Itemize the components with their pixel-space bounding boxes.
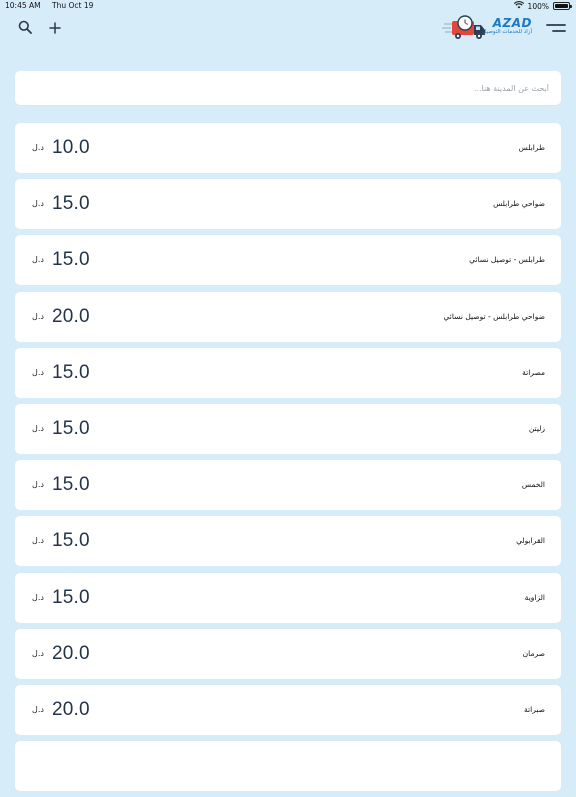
delivery-price: 20.0 <box>52 698 90 720</box>
delivery-price: 15.0 <box>52 586 90 608</box>
menu-icon <box>546 19 566 38</box>
status-left: 10:45 AM Thu Oct 19 <box>5 1 102 10</box>
city-name: طرابلس <box>518 143 545 152</box>
city-card[interactable]: طرابلس - توصيل نسائي 15.0 د.ل <box>15 235 561 286</box>
currency-label: د.ل <box>32 592 44 602</box>
city-card[interactable]: زليتن 15.0 د.ل <box>15 403 561 454</box>
delivery-price: 20.0 <box>52 642 90 664</box>
battery-icon <box>553 2 572 10</box>
nav-bar: AZAD أزاد للخدمات التوصيل <box>0 12 576 44</box>
search-button[interactable] <box>15 18 35 38</box>
currency-label: د.ل <box>32 255 44 265</box>
delivery-price: 20.0 <box>52 305 90 327</box>
currency-label: د.ل <box>32 143 44 152</box>
city-card[interactable]: مصراتة 15.0 د.ل <box>15 347 561 398</box>
search-icon <box>18 19 32 38</box>
wifi-icon <box>513 1 524 11</box>
city-card[interactable]: طرابلس 10.0 د.ل <box>15 123 561 173</box>
plus-icon <box>49 19 61 38</box>
city-card[interactable]: ضواحي طرابلس - توصيل نسائي 20.0 د.ل <box>15 291 561 342</box>
currency-label: د.ل <box>32 704 44 714</box>
status-date: Thu Oct 19 <box>52 1 94 10</box>
delivery-price: 15.0 <box>52 249 90 271</box>
currency-label: د.ل <box>32 423 44 433</box>
city-price-list: طرابلس 10.0 د.ل ضواحي طرابلس 15.0 د.ل طرابلس -… <box>15 123 561 797</box>
city-name: ضواحي طرابلس - توصيل نسائي <box>443 311 545 321</box>
city-name: الزاوية <box>524 592 545 602</box>
currency-label: د.ل <box>32 536 44 546</box>
city-card[interactable] <box>15 741 561 792</box>
city-name: الخمس <box>521 480 545 490</box>
city-name: مصراتة <box>522 367 545 377</box>
city-card[interactable]: الخمس 15.0 د.ل <box>15 460 561 511</box>
city-name: صرمان <box>522 648 545 658</box>
battery-percent: 100% <box>527 1 549 11</box>
city-card[interactable]: صرمان 20.0 د.ل <box>15 628 561 679</box>
city-name: صبراتة <box>524 704 545 714</box>
delivery-price: 10.0 <box>52 137 90 158</box>
status-time: 10:45 AM <box>5 1 41 10</box>
city-name: ضواحي طرابلس <box>493 199 545 209</box>
delivery-price: 15.0 <box>52 474 90 496</box>
delivery-price: 15.0 <box>52 417 90 439</box>
city-name: طرابلس - توصيل نسائي <box>469 255 545 265</box>
currency-label: د.ل <box>32 199 44 209</box>
city-search-input[interactable] <box>15 71 561 105</box>
delivery-truck-icon <box>442 15 488 45</box>
app-logo: AZAD أزاد للخدمات التوصيل <box>442 15 534 41</box>
city-card[interactable]: ضواحي طرابلس 15.0 د.ل <box>15 179 561 230</box>
city-card[interactable]: القرابولي 15.0 د.ل <box>15 516 561 567</box>
currency-label: د.ل <box>32 367 44 377</box>
delivery-price: 15.0 <box>52 530 90 552</box>
battery-fill <box>555 4 568 8</box>
status-bar: 10:45 AM Thu Oct 19 100% <box>0 0 576 12</box>
currency-label: د.ل <box>32 311 44 321</box>
delivery-price: 15.0 <box>52 193 90 215</box>
logo-word: AZAD <box>492 16 532 30</box>
logo-tagline: أزاد للخدمات التوصيل <box>482 29 532 35</box>
delivery-price: 15.0 <box>52 361 90 383</box>
status-right: 100% <box>513 1 572 11</box>
logo-text: AZAD أزاد للخدمات التوصيل <box>482 17 532 36</box>
menu-button[interactable] <box>546 18 566 38</box>
city-name: القرابولي <box>516 536 545 546</box>
currency-label: د.ل <box>32 648 44 658</box>
currency-label: د.ل <box>32 480 44 490</box>
city-card[interactable]: الزاوية 15.0 د.ل <box>15 572 561 623</box>
city-card[interactable]: صبراتة 20.0 د.ل <box>15 684 561 735</box>
city-name: زليتن <box>528 423 545 433</box>
add-button[interactable] <box>45 18 65 38</box>
